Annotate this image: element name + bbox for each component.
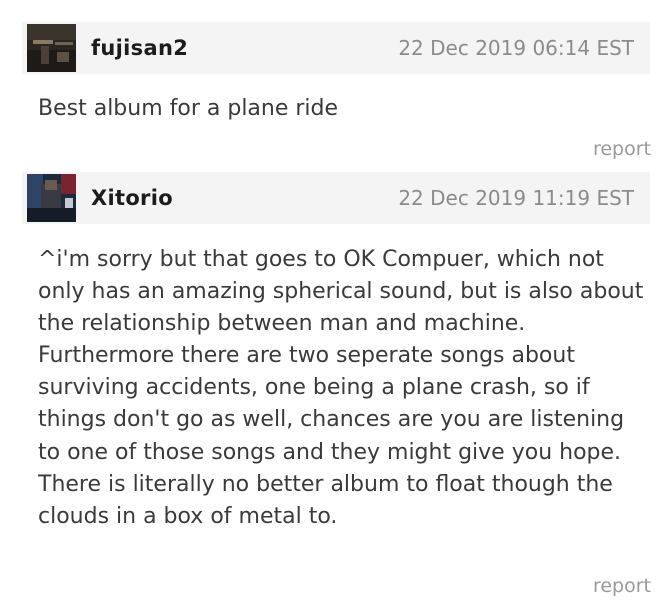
timestamp: 22 Dec 2019 11:19 EST <box>398 186 634 210</box>
username[interactable]: Xitorio <box>91 172 173 224</box>
username[interactable]: fujisan2 <box>91 22 188 74</box>
avatar[interactable] <box>27 24 76 72</box>
avatar[interactable] <box>27 174 76 222</box>
report-link[interactable]: report <box>593 138 651 160</box>
timestamp: 22 Dec 2019 06:14 EST <box>398 36 634 60</box>
comment-body: ^i'm sorry but that goes to OK Compuer, … <box>38 247 644 529</box>
comment-header: fujisan2 22 Dec 2019 06:14 EST <box>22 22 650 74</box>
report-link[interactable]: report <box>593 575 651 597</box>
comment-body: Best album for a plane ride <box>38 96 339 121</box>
comment-header: Xitorio 22 Dec 2019 11:19 EST <box>22 172 650 224</box>
